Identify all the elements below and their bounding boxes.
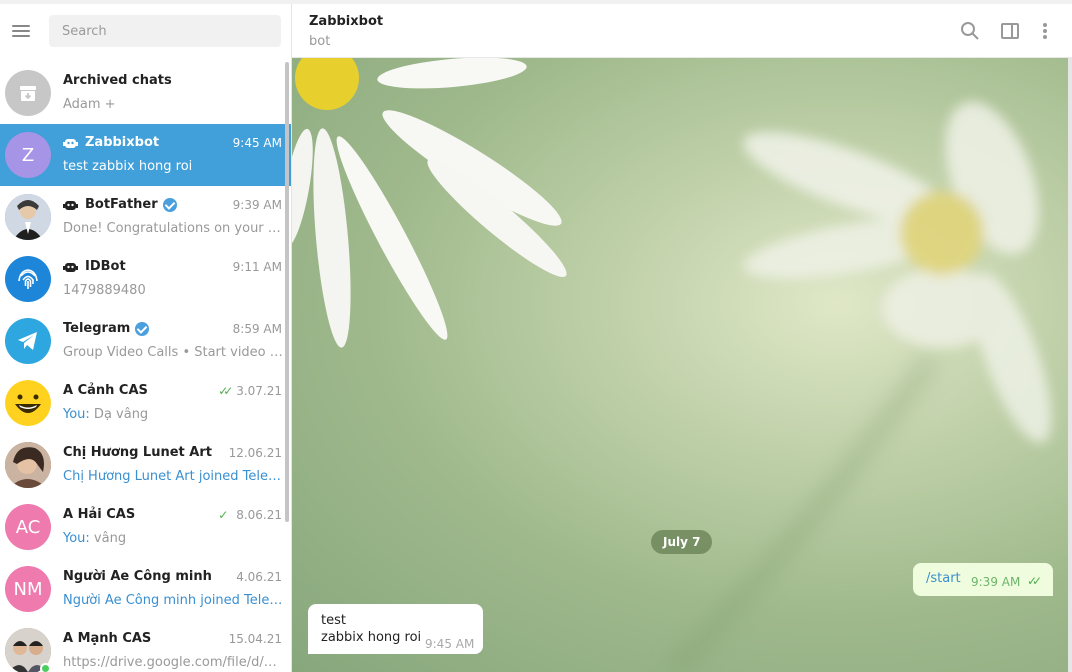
bot-icon	[63, 199, 78, 211]
check-icon: ✓	[218, 508, 229, 522]
chat-preview: test zabbix hong roi	[63, 159, 193, 174]
chat-scrollbar[interactable]	[1068, 58, 1072, 672]
archive-icon	[5, 70, 51, 116]
chat-list: Archived chats Adam + Z Zabbixbot 9:45 A…	[0, 62, 291, 672]
chat-time: ✓✓ 3.07.21	[218, 384, 282, 398]
avatar	[5, 194, 51, 240]
chat-item-a-hai-cas[interactable]: AC A Hải CAS ✓ 8.06.21 You: vâng	[0, 496, 291, 558]
chat-name: BotFather	[63, 197, 177, 212]
chat-list-scrollbar[interactable]	[285, 62, 289, 522]
avatar: NM	[5, 566, 51, 612]
chat-item-telegram[interactable]: Telegram 8:59 AM Group Video Calls • Sta…	[0, 310, 291, 372]
double-check-icon: ✓✓	[1027, 574, 1042, 588]
chat-preview: Chị Hương Lunet Art joined Telegram	[63, 469, 283, 484]
avatar: AC	[5, 504, 51, 550]
chat-item-zabbixbot[interactable]: Z Zabbixbot 9:45 AM test zabbix hong roi	[0, 124, 291, 186]
date-separator: July 7	[651, 530, 713, 554]
chat-preview: Group Video Calls • Start video conferen…	[63, 345, 283, 360]
sidebar: Archived chats Adam + Z Zabbixbot 9:45 A…	[0, 4, 291, 672]
chat-time: 4.06.21	[236, 570, 282, 584]
chat-time: 15.04.21	[228, 632, 282, 646]
archived-chats[interactable]: Archived chats Adam +	[0, 62, 291, 124]
chat-time: 9:11 AM	[232, 260, 282, 274]
chat-item-nguoi-ae-cong-minh[interactable]: NM Người Ae Công minh 4.06.21 Người Ae C…	[0, 558, 291, 620]
chat-time: 9:45 AM	[232, 136, 282, 150]
verified-icon	[135, 321, 150, 336]
chat-preview: Done! Congratulations on your new bot...	[63, 221, 283, 236]
more-vert-icon[interactable]	[1034, 20, 1056, 42]
message-text: zabbix hong roi	[321, 630, 422, 645]
chat-name: Archived chats	[63, 73, 172, 88]
search-icon[interactable]	[959, 20, 981, 42]
menu-icon[interactable]	[10, 20, 32, 42]
chat-preview: Adam +	[63, 97, 116, 112]
message-text[interactable]: /start	[926, 571, 961, 586]
chat-item-a-canh-cas[interactable]: A Cảnh CAS ✓✓ 3.07.21 You: Dạ vâng	[0, 372, 291, 434]
chat-title[interactable]: Zabbixbot	[309, 14, 383, 29]
outgoing-message[interactable]: /start 9:39 AM ✓✓	[913, 563, 1053, 596]
sidebar-toggle-icon[interactable]	[999, 20, 1021, 42]
chat-item-botfather[interactable]: BotFather 9:39 AM Done! Congratulations …	[0, 186, 291, 248]
chat-name: Chị Hương Lunet Art	[63, 445, 212, 460]
message-time: 9:45 AM	[425, 637, 475, 651]
avatar	[5, 380, 51, 426]
chat-subtitle: bot	[309, 34, 331, 49]
online-indicator	[40, 663, 51, 672]
chat-item-chi-huong[interactable]: Chị Hương Lunet Art 12.06.21 Chị Hương L…	[0, 434, 291, 496]
telegram-logo-icon	[5, 318, 51, 364]
chat-name: A Mạnh CAS	[63, 631, 152, 646]
chat-name: Người Ae Công minh	[63, 569, 212, 584]
bot-icon	[63, 261, 78, 273]
search-input[interactable]	[49, 15, 281, 47]
double-check-icon: ✓✓	[218, 384, 233, 398]
fingerprint-icon	[5, 256, 51, 302]
message-time: 9:39 AM	[971, 575, 1021, 589]
chat-time: 9:39 AM	[232, 198, 282, 212]
avatar	[5, 442, 51, 488]
chat-name: IDBot	[63, 259, 126, 274]
chat-name: Telegram	[63, 321, 150, 336]
chat-preview: You: Dạ vâng	[63, 407, 149, 422]
chat-time: 8:59 AM	[232, 322, 282, 336]
chat-name: A Hải CAS	[63, 507, 136, 522]
chat-name: Zabbixbot	[63, 135, 159, 150]
chat-header: Zabbixbot bot	[292, 4, 1072, 58]
verified-icon	[162, 197, 177, 212]
chat-time: 12.06.21	[228, 446, 282, 460]
chat-preview: 1479889480	[63, 283, 146, 298]
chat-item-idbot[interactable]: IDBot 9:11 AM 1479889480	[0, 248, 291, 310]
chat-time: ✓ 8.06.21	[218, 508, 282, 522]
chat-item-a-manh-cas[interactable]: A Mạnh CAS 15.04.21 https://drive.google…	[0, 620, 291, 672]
bot-icon	[63, 137, 78, 149]
chat-preview: You: vâng	[63, 531, 127, 546]
chat-preview: Người Ae Công minh joined Telegram	[63, 593, 283, 608]
incoming-message[interactable]: test zabbix hong roi 9:45 AM	[308, 604, 483, 654]
avatar: Z	[5, 132, 51, 178]
message-text: test	[321, 613, 346, 628]
chat-preview: https://drive.google.com/file/d/19s...	[63, 655, 283, 670]
chat-area: July 7 /start 9:39 AM ✓✓ test zabbix hon…	[292, 58, 1072, 672]
chat-name: A Cảnh CAS	[63, 383, 148, 398]
